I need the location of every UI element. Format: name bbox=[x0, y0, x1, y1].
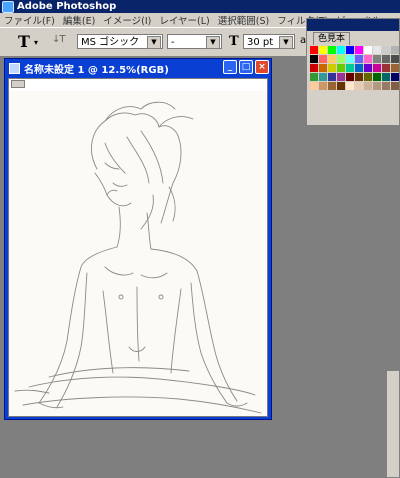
color-swatch[interactable] bbox=[319, 64, 327, 72]
color-swatch[interactable] bbox=[355, 55, 363, 63]
document-title: 名称未設定 1 @ 12.5%(RGB) bbox=[24, 65, 169, 76]
color-swatch[interactable] bbox=[364, 55, 372, 63]
menu-select[interactable]: 選択範囲(S) bbox=[214, 13, 273, 27]
document-icon bbox=[9, 63, 20, 74]
swatch-grid bbox=[310, 46, 400, 90]
color-swatch[interactable] bbox=[346, 73, 354, 81]
menu-edit[interactable]: 編集(E) bbox=[59, 13, 99, 27]
font-family-value: MS ゴシック bbox=[81, 37, 140, 48]
color-swatch[interactable] bbox=[310, 82, 318, 90]
color-swatch[interactable] bbox=[328, 82, 336, 90]
font-style-value: - bbox=[171, 37, 175, 48]
photoshop-icon bbox=[2, 0, 14, 13]
color-swatch[interactable] bbox=[373, 82, 381, 90]
color-swatch[interactable] bbox=[310, 73, 318, 81]
color-swatch[interactable] bbox=[364, 73, 372, 81]
chevron-down-icon[interactable]: ▼ bbox=[279, 36, 293, 49]
color-swatch[interactable] bbox=[346, 64, 354, 72]
color-swatch[interactable] bbox=[391, 46, 399, 54]
app-title: Adobe Photoshop bbox=[17, 1, 117, 12]
menu-layer[interactable]: レイヤー(L) bbox=[155, 13, 213, 27]
color-swatch[interactable] bbox=[391, 55, 399, 63]
color-swatch[interactable] bbox=[346, 82, 354, 90]
color-swatch[interactable] bbox=[373, 55, 381, 63]
color-swatch[interactable] bbox=[337, 82, 345, 90]
type-tool-icon[interactable]: T bbox=[18, 32, 30, 51]
font-family-select[interactable]: MS ゴシック ▼ bbox=[77, 34, 163, 49]
color-swatch[interactable] bbox=[337, 55, 345, 63]
menu-file[interactable]: ファイル(F) bbox=[0, 13, 59, 27]
color-swatch[interactable] bbox=[337, 73, 345, 81]
color-swatch[interactable] bbox=[346, 55, 354, 63]
color-swatch[interactable] bbox=[391, 64, 399, 72]
minimize-button[interactable]: _ bbox=[223, 60, 237, 74]
app-titlebar: Adobe Photoshop bbox=[0, 0, 400, 13]
color-swatch[interactable] bbox=[319, 73, 327, 81]
color-swatch[interactable] bbox=[328, 46, 336, 54]
color-swatch[interactable] bbox=[319, 55, 327, 63]
close-button[interactable]: × bbox=[255, 60, 269, 74]
text-orientation-icon[interactable]: ↓T bbox=[52, 34, 65, 45]
color-swatch[interactable] bbox=[373, 73, 381, 81]
color-swatch[interactable] bbox=[355, 64, 363, 72]
color-swatch[interactable] bbox=[382, 55, 390, 63]
color-swatch[interactable] bbox=[310, 55, 318, 63]
color-swatch[interactable] bbox=[391, 82, 399, 90]
color-swatch[interactable] bbox=[328, 73, 336, 81]
color-swatch[interactable] bbox=[373, 64, 381, 72]
pencil-sketch-image bbox=[9, 91, 267, 416]
swatches-panel: 色見本 bbox=[306, 18, 400, 126]
color-swatch[interactable] bbox=[355, 46, 363, 54]
color-swatch[interactable] bbox=[337, 46, 345, 54]
font-style-select[interactable]: - ▼ bbox=[167, 34, 222, 49]
color-swatch[interactable] bbox=[355, 73, 363, 81]
color-swatch[interactable] bbox=[328, 64, 336, 72]
font-size-select[interactable]: 30 pt ▼ bbox=[243, 34, 295, 49]
chevron-down-icon[interactable]: ▼ bbox=[206, 36, 220, 49]
panel-titlebar[interactable] bbox=[307, 19, 399, 31]
menu-image[interactable]: イメージ(I) bbox=[99, 13, 155, 27]
tab-swatches[interactable]: 色見本 bbox=[313, 32, 351, 45]
color-swatch[interactable] bbox=[382, 64, 390, 72]
font-size-value: 30 pt bbox=[247, 37, 274, 48]
color-swatch[interactable] bbox=[310, 64, 318, 72]
color-swatch[interactable] bbox=[364, 46, 372, 54]
color-swatch[interactable] bbox=[382, 46, 390, 54]
maximize-button[interactable]: □ bbox=[239, 60, 253, 74]
secondary-panel[interactable] bbox=[386, 370, 400, 478]
color-swatch[interactable] bbox=[319, 46, 327, 54]
color-swatch[interactable] bbox=[382, 82, 390, 90]
color-swatch[interactable] bbox=[328, 55, 336, 63]
document-canvas[interactable] bbox=[8, 78, 268, 417]
color-swatch[interactable] bbox=[364, 64, 372, 72]
color-swatch[interactable] bbox=[364, 82, 372, 90]
color-swatch[interactable] bbox=[373, 46, 381, 54]
tool-preset-caret[interactable]: ▾ bbox=[34, 38, 38, 47]
color-swatch[interactable] bbox=[355, 82, 363, 90]
color-swatch[interactable] bbox=[346, 46, 354, 54]
color-swatch[interactable] bbox=[382, 73, 390, 81]
color-swatch[interactable] bbox=[310, 46, 318, 54]
document-status-icon bbox=[11, 80, 25, 88]
color-swatch[interactable] bbox=[391, 73, 399, 81]
color-swatch[interactable] bbox=[337, 64, 345, 72]
chevron-down-icon[interactable]: ▼ bbox=[147, 36, 161, 49]
font-size-icon: T bbox=[229, 34, 239, 49]
color-swatch[interactable] bbox=[319, 82, 327, 90]
document-window: 名称未設定 1 @ 12.5%(RGB) _ □ × bbox=[4, 58, 272, 420]
